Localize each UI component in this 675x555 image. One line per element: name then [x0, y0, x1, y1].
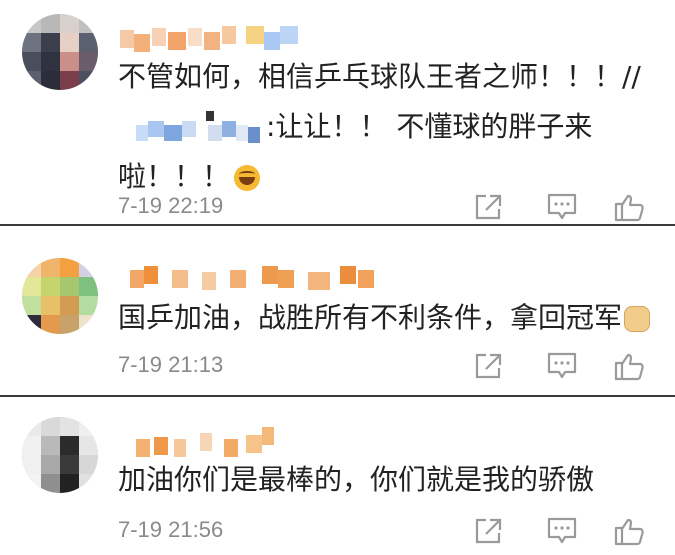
comment-time: 7-19 21:13	[118, 352, 224, 377]
share-icon[interactable]	[472, 192, 506, 222]
comment-text: 国乒加油，战胜所有不利条件，拿回冠军	[118, 293, 663, 343]
comment-item: 国乒加油，战胜所有不利条件，拿回冠军 7-19 21:13	[0, 228, 675, 393]
comment-time: 7-19 21:56	[118, 517, 224, 542]
divider	[0, 224, 675, 226]
comment-text-body: 加油你们是最棒的，你们就是我的骄傲	[118, 463, 595, 496]
comment-icon[interactable]	[546, 351, 580, 381]
comment-text: 不管如何，相信乒乓球队王者之师！！！// :让让！！ 不懂球的胖子来啦！！！	[118, 52, 663, 202]
comment-time: 7-19 22:19	[118, 193, 224, 218]
comment-icon[interactable]	[546, 192, 580, 222]
share-icon[interactable]	[472, 351, 506, 381]
thumbs-up-icon[interactable]	[614, 516, 648, 546]
thumbs-up-icon[interactable]	[614, 192, 648, 222]
avatar[interactable]	[22, 417, 98, 493]
avatar[interactable]	[22, 258, 98, 334]
share-icon[interactable]	[472, 516, 506, 546]
mention-pixelated[interactable]	[118, 111, 266, 145]
comment-item: 不管如何，相信乒乓球队王者之师！！！// :让让！！ 不懂球的胖子来啦！！！ 7…	[0, 0, 675, 222]
avatar[interactable]	[22, 14, 98, 90]
comment-item: 加油你们是最棒的，你们就是我的骄傲 7-19 21:56	[0, 399, 675, 555]
grin-emoji-icon	[234, 165, 261, 191]
comment-list: 不管如何，相信乒乓球队王者之师！！！// :让让！！ 不懂球的胖子来啦！！！ 7…	[0, 0, 675, 555]
comment-text-body: 国乒加油，战胜所有不利条件，拿回冠军	[118, 301, 623, 334]
comment-text-prefix: 不管如何，相信乒乓球队王者之师！！！//	[118, 60, 641, 93]
divider	[0, 395, 675, 397]
comment-icon[interactable]	[546, 516, 580, 546]
fist-emoji-icon	[624, 306, 651, 332]
thumbs-up-icon[interactable]	[614, 351, 648, 381]
comment-text: 加油你们是最棒的，你们就是我的骄傲	[118, 455, 663, 505]
